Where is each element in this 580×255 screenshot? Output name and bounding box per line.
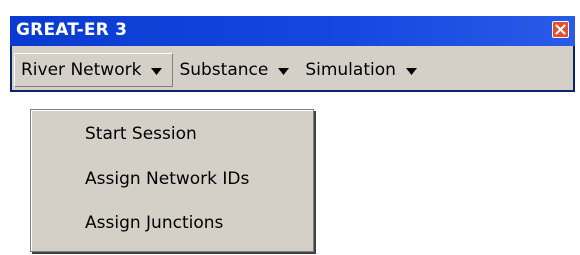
triangle-down-icon <box>151 60 163 80</box>
menu-item-assign-junctions[interactable]: Assign Junctions <box>85 213 223 233</box>
triangle-down-icon <box>278 60 290 80</box>
menu-substance[interactable]: Substance <box>173 53 299 87</box>
menu-bar: River Network Substance Simulation <box>14 53 427 87</box>
close-button[interactable] <box>552 21 569 38</box>
menu-river-network[interactable]: River Network <box>14 53 174 87</box>
triangle-down-icon <box>405 60 417 80</box>
river-network-dropdown: Start Session Assign Network IDs Assign … <box>30 109 314 252</box>
menu-river-network-label: River Network <box>21 60 142 80</box>
title-bar[interactable]: GREAT-ER 3 <box>10 16 575 46</box>
menu-substance-label: Substance <box>179 60 269 80</box>
menu-simulation[interactable]: Simulation <box>299 53 427 87</box>
menu-item-assign-network-ids[interactable]: Assign Network IDs <box>85 169 249 189</box>
close-icon <box>555 24 566 35</box>
menu-simulation-label: Simulation <box>305 60 396 80</box>
window-title: GREAT-ER 3 <box>16 20 128 40</box>
menu-item-start-session[interactable]: Start Session <box>85 124 197 144</box>
